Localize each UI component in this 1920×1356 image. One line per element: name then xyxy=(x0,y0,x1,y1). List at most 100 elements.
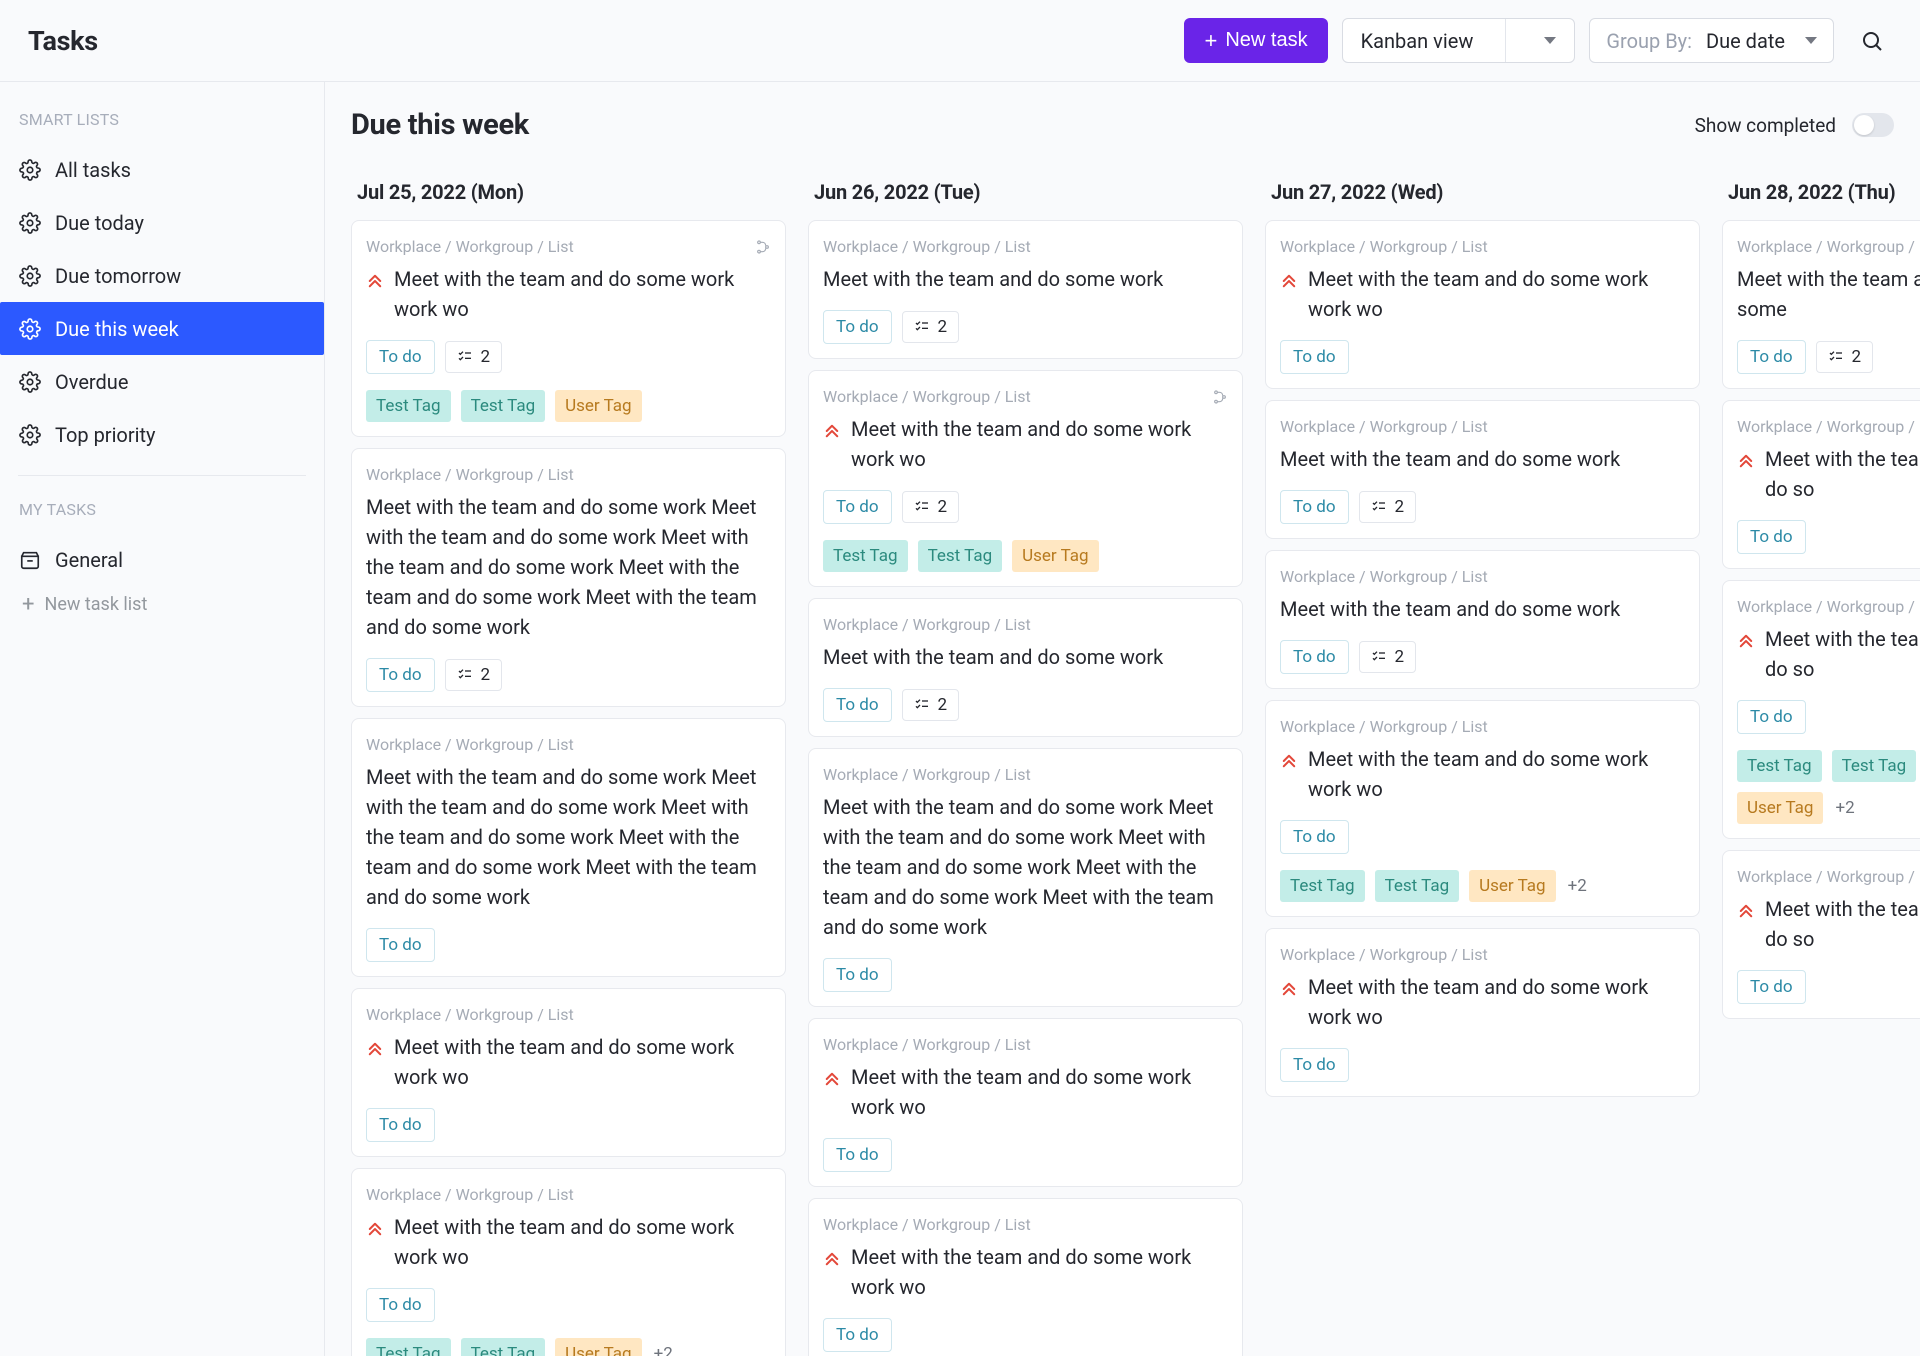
checklist-icon xyxy=(914,319,930,335)
task-card[interactable]: Workplace / Workgroup / ListMeet with th… xyxy=(1722,220,1920,389)
sidebar-item-general[interactable]: General xyxy=(0,533,324,586)
status-chip[interactable]: To do xyxy=(823,1318,892,1352)
subtask-count-chip[interactable]: 2 xyxy=(902,311,960,343)
sidebar-item-due-this-week[interactable]: Due this week xyxy=(0,302,324,355)
task-title: Meet with the team and do some work xyxy=(1280,594,1685,624)
gear-icon xyxy=(19,371,41,393)
task-card[interactable]: Workplace / Workgroup / List Meet with t… xyxy=(1265,700,1700,917)
show-completed-toggle[interactable] xyxy=(1852,113,1894,137)
status-chip[interactable]: To do xyxy=(1280,490,1349,524)
task-tag[interactable]: Test Tag xyxy=(1280,870,1365,902)
status-chip[interactable]: To do xyxy=(823,688,892,722)
subtask-count-chip[interactable]: 2 xyxy=(902,689,960,721)
task-tag[interactable]: Test Tag xyxy=(461,390,546,422)
group-by-value: Due date xyxy=(1706,29,1785,53)
breadcrumb: Workplace / Workgroup / List xyxy=(366,465,771,484)
sidebar-item-due-tomorrow[interactable]: Due tomorrow xyxy=(0,249,324,302)
task-title: Meet with the team and do some work work… xyxy=(1308,972,1685,1032)
priority-high-icon xyxy=(1280,268,1298,286)
status-chip[interactable]: To do xyxy=(823,958,892,992)
task-card[interactable]: Workplace / Workgroup / List Meet with t… xyxy=(808,1018,1243,1187)
more-tags-count[interactable]: +2 xyxy=(1568,876,1587,896)
status-chip[interactable]: To do xyxy=(1280,820,1349,854)
task-card[interactable]: Workplace / Workgroup / ListMeet with th… xyxy=(1265,400,1700,539)
task-card[interactable]: Workplace / Workgroup / ListMeet with th… xyxy=(808,220,1243,359)
status-chip[interactable]: To do xyxy=(823,1138,892,1172)
status-chip[interactable]: To do xyxy=(1280,640,1349,674)
sidebar-item-label: Due this week xyxy=(55,317,179,341)
status-chip[interactable]: To do xyxy=(366,928,435,962)
task-card[interactable]: Workplace / Workgroup / List Meet with t… xyxy=(808,1198,1243,1356)
breadcrumb: Workplace / Workgroup / List xyxy=(823,615,1228,634)
status-chip[interactable]: To do xyxy=(366,1288,435,1322)
task-title: Meet with the team and do some work Meet… xyxy=(366,492,771,642)
task-card[interactable]: Workplace / Workgroup / ListMeet with th… xyxy=(808,748,1243,1007)
status-chip[interactable]: To do xyxy=(823,490,892,524)
task-tag[interactable]: Test Tag xyxy=(366,390,451,422)
sidebar-item-label: Due today xyxy=(55,211,144,235)
task-tag[interactable]: Test Tag xyxy=(1832,750,1917,782)
new-task-button[interactable]: + New task xyxy=(1184,18,1327,63)
status-chip[interactable]: To do xyxy=(1737,520,1806,554)
subtask-count-chip[interactable]: 2 xyxy=(1359,641,1417,673)
status-chip[interactable]: To do xyxy=(366,658,435,692)
task-card[interactable]: Workplace / Workgroup / ListMeet with th… xyxy=(808,598,1243,737)
group-by-select[interactable]: Group By: Due date xyxy=(1589,18,1834,63)
task-card[interactable]: Workplace / Workgroup / ListMeet with th… xyxy=(351,718,786,977)
new-list-label: New task list xyxy=(44,594,147,615)
task-card[interactable]: Workplace / Workgroup / List Meet with t… xyxy=(1722,580,1920,839)
subtask-count-chip[interactable]: 2 xyxy=(1816,341,1874,373)
status-chip[interactable]: To do xyxy=(366,1108,435,1142)
breadcrumb: Workplace / Workgroup / List xyxy=(823,1035,1228,1054)
task-tag[interactable]: User Tag xyxy=(555,390,641,422)
task-tag[interactable]: Test Tag xyxy=(918,540,1003,572)
board-heading: Due this week xyxy=(351,108,529,142)
task-title: Meet with the team and do so xyxy=(1765,894,1920,954)
status-chip[interactable]: To do xyxy=(1280,340,1349,374)
sidebar-item-due-today[interactable]: Due today xyxy=(0,196,324,249)
status-chip[interactable]: To do xyxy=(366,340,435,374)
task-card[interactable]: Workplace / Workgroup / List Meet with th… xyxy=(351,448,786,707)
breadcrumb: Workplace / Workgroup / List xyxy=(823,387,1228,406)
sidebar-item-top-priority[interactable]: Top priority xyxy=(0,408,324,461)
more-tags-count[interactable]: +2 xyxy=(1835,798,1854,818)
task-tag[interactable]: User Tag xyxy=(555,1338,641,1356)
task-card[interactable]: Workplace / Workgroup / List Meet with t… xyxy=(351,1168,786,1356)
priority-high-icon xyxy=(823,1246,841,1264)
task-card[interactable]: Workplace / Workgroup / List Meet with t… xyxy=(1265,928,1700,1097)
task-tag[interactable]: Test Tag xyxy=(823,540,908,572)
sidebar-item-overdue[interactable]: Overdue xyxy=(0,355,324,408)
task-tag[interactable]: User Tag xyxy=(1012,540,1098,572)
new-task-list-button[interactable]: + New task list xyxy=(0,586,324,623)
task-tag[interactable]: Test Tag xyxy=(1737,750,1822,782)
task-card[interactable]: Workplace / Workgroup / List Meet with t… xyxy=(1722,850,1920,1019)
sidebar-section-smart: SMART LISTS xyxy=(0,104,324,143)
more-tags-count[interactable]: +2 xyxy=(654,1344,673,1356)
status-chip[interactable]: To do xyxy=(1737,700,1806,734)
sidebar-item-all-tasks[interactable]: All tasks xyxy=(0,143,324,196)
status-chip[interactable]: To do xyxy=(823,310,892,344)
task-tag[interactable]: User Tag xyxy=(1469,870,1555,902)
status-chip[interactable]: To do xyxy=(1737,970,1806,1004)
task-title: Meet with the team and do so xyxy=(1765,444,1920,504)
task-card[interactable]: Workplace / Workgroup / ListMeet with th… xyxy=(1265,550,1700,689)
task-card[interactable]: Workplace / Workgroup / List Meet with t… xyxy=(351,988,786,1157)
priority-high-icon xyxy=(1280,976,1298,994)
status-chip[interactable]: To do xyxy=(1737,340,1806,374)
search-button[interactable] xyxy=(1852,21,1892,61)
subtask-count-chip[interactable]: 2 xyxy=(445,341,503,373)
task-card[interactable]: Workplace / Workgroup / List Meet with t… xyxy=(1265,220,1700,389)
status-chip[interactable]: To do xyxy=(1280,1048,1349,1082)
task-tag[interactable]: Test Tag xyxy=(1375,870,1460,902)
task-card[interactable]: Workplace / Workgroup / List Meet with t… xyxy=(351,220,786,437)
priority-high-icon xyxy=(1737,448,1755,466)
subtask-count-chip[interactable]: 2 xyxy=(445,659,503,691)
task-card[interactable]: Workplace / Workgroup / List Meet with t… xyxy=(1722,400,1920,569)
task-tag[interactable]: User Tag xyxy=(1737,792,1823,824)
subtask-count-chip[interactable]: 2 xyxy=(902,491,960,523)
view-select[interactable]: Kanban view xyxy=(1342,18,1576,63)
task-card[interactable]: Workplace / Workgroup / List Meet with t… xyxy=(808,370,1243,587)
subtask-count-chip[interactable]: 2 xyxy=(1359,491,1417,523)
task-tag[interactable]: Test Tag xyxy=(366,1338,451,1356)
task-tag[interactable]: Test Tag xyxy=(461,1338,546,1356)
